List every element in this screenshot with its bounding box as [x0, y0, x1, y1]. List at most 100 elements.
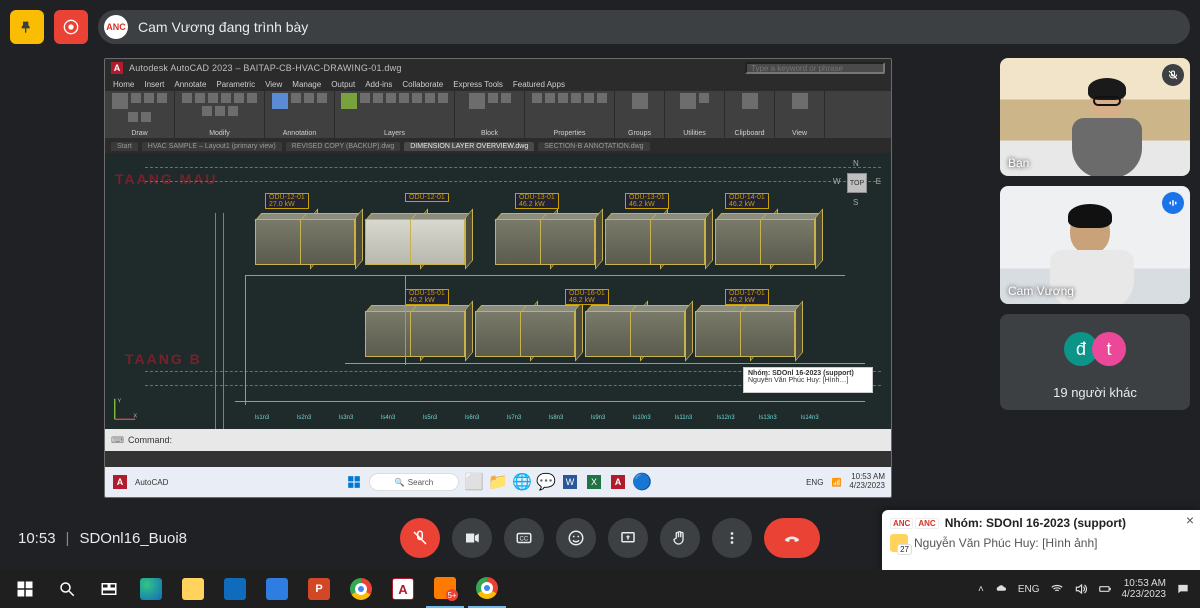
notifications-icon[interactable] — [1176, 582, 1190, 596]
doc-tab[interactable]: REVISED COPY (BACKUP).dwg — [286, 142, 401, 151]
store-icon[interactable] — [258, 570, 296, 608]
viewcube[interactable]: N S W E TOP — [833, 159, 881, 207]
duct-label: ls11n3 — [675, 415, 692, 421]
win-search[interactable]: 🔍 Search — [369, 473, 459, 491]
excel-icon[interactable]: X — [585, 473, 603, 491]
lang-indicator[interactable]: ENG — [1018, 584, 1040, 595]
ribbon-tab[interactable]: View — [265, 80, 282, 89]
onedrive-icon[interactable] — [994, 582, 1008, 596]
more-button[interactable] — [712, 518, 752, 558]
viewcube-face[interactable]: TOP — [847, 173, 867, 193]
reactions-button[interactable] — [556, 518, 596, 558]
teams-icon[interactable]: 💬 — [537, 473, 555, 491]
autocad-ribbon[interactable]: Draw Modify Annotation Layers Block Prop… — [105, 91, 891, 139]
app-active-icon[interactable]: 5+ — [426, 570, 464, 608]
autocad-command-line[interactable]: ⌨Command: — [105, 429, 891, 451]
meet-topbar: ANC Cam Vương đang trình bày — [10, 10, 1190, 44]
raise-hand-button[interactable] — [660, 518, 700, 558]
hvac-unit — [540, 219, 595, 265]
ribbon-panel-label: Layers — [384, 130, 405, 138]
win-clock[interactable]: 10:53 AM 4/23/2023 — [849, 473, 885, 491]
chat-notification[interactable]: × ANCANC Nhóm: SDOnl 16-2023 (support) 2… — [882, 510, 1200, 570]
doc-tab[interactable]: Start — [111, 142, 138, 151]
edge-icon[interactable]: 🌐 — [513, 473, 531, 491]
ribbon-tab[interactable]: Insert — [144, 80, 164, 89]
camera-button[interactable] — [452, 518, 492, 558]
unit-tag: ODU-16-0148.2 kW — [565, 289, 609, 305]
hvac-unit — [410, 311, 465, 357]
close-icon[interactable]: × — [1186, 512, 1194, 528]
explorer-icon[interactable] — [174, 570, 212, 608]
tray-chevron-icon[interactable]: ˄ — [978, 584, 984, 595]
ribbon-tab[interactable]: Parametric — [216, 80, 255, 89]
autocad-notification[interactable]: Nhóm: SDOnl 16-2023 (support) Nguyễn Văn… — [743, 367, 873, 393]
start-icon[interactable] — [6, 570, 44, 608]
autocad-icon[interactable]: A — [609, 473, 627, 491]
unit-tag: ODU-13-0146.2 kW — [625, 193, 669, 209]
ribbon-tab[interactable]: Add-ins — [365, 80, 392, 89]
leave-call-button[interactable] — [764, 518, 820, 558]
unit-tag: ODU-17-0146.2 kW — [725, 289, 769, 305]
doc-tab[interactable]: HVAC SAMPLE – Layout1 (primary view) — [142, 142, 282, 151]
mail-icon[interactable] — [216, 570, 254, 608]
ribbon-tab[interactable]: Express Tools — [453, 80, 503, 89]
autocad-ribbon-tabs[interactable]: Home Insert Annotate Parametric View Man… — [105, 77, 891, 91]
captions-button[interactable]: CC — [504, 518, 544, 558]
present-button[interactable] — [608, 518, 648, 558]
doc-tab[interactable]: SECTION-B ANNOTATION.dwg — [538, 142, 649, 151]
zalo-icon[interactable]: 🔵 — [633, 473, 651, 491]
autocad-canvas[interactable]: TAANG MAU TAANG B N S W E TOP ODU-12-012… — [105, 153, 891, 429]
ribbon-tab[interactable]: Annotate — [174, 80, 206, 89]
system-tray[interactable]: ˄ ENG 10:53 AM 4/23/2023 — [978, 578, 1200, 600]
doc-tab[interactable]: DIMENSION LAYER OVERVIEW.dwg — [404, 142, 534, 151]
svg-text:X: X — [133, 413, 137, 419]
viewcube-west: W — [833, 177, 841, 186]
duct-label: ls6n3 — [465, 415, 479, 421]
chrome-running-icon[interactable] — [468, 570, 506, 608]
taskview-icon[interactable]: ⬜ — [465, 473, 483, 491]
battery-icon[interactable] — [1098, 582, 1112, 596]
autocad-help-search[interactable] — [745, 62, 885, 74]
ribbon-tab[interactable]: Home — [113, 80, 134, 89]
ribbon-tab[interactable]: Output — [331, 80, 355, 89]
win-start-icon[interactable] — [345, 473, 363, 491]
unit-tag: ODU-14-0146.2 kW — [725, 193, 769, 209]
explorer-icon[interactable]: 📁 — [489, 473, 507, 491]
ribbon-panel-label: Utilities — [683, 130, 706, 138]
ribbon-panel-label: Groups — [628, 130, 651, 138]
volume-icon[interactable] — [1074, 582, 1088, 596]
hvac-unit — [760, 219, 815, 265]
ribbon-tab[interactable]: Manage — [292, 80, 321, 89]
shared-windows-taskbar: A AutoCAD 🔍 Search ⬜ 📁 🌐 💬 W X A 🔵 ENG 📶… — [105, 467, 891, 497]
autocad-statusbar[interactable] — [105, 451, 891, 467]
search-icon[interactable] — [48, 570, 86, 608]
ribbon-tab[interactable]: Collaborate — [402, 80, 443, 89]
unit-tag: ODU-15-0146.2 kW — [405, 289, 449, 305]
presenting-banner[interactable]: ANC Cam Vương đang trình bày — [98, 10, 1190, 44]
chrome-icon[interactable] — [342, 570, 380, 608]
autocad-icon[interactable]: A — [384, 570, 422, 608]
participant-name: Bạn — [1008, 156, 1029, 170]
record-button[interactable] — [54, 10, 88, 44]
win-wifi-icon[interactable]: 📶 — [831, 478, 841, 487]
participant-tile-self[interactable]: Bạn — [1000, 58, 1190, 176]
host-clock[interactable]: 10:53 AM 4/23/2023 — [1122, 578, 1167, 600]
word-icon[interactable]: W — [561, 473, 579, 491]
duct-label: ls7n3 — [507, 415, 521, 421]
participant-tile-others[interactable]: đ t 19 người khác — [1000, 314, 1190, 410]
pin-button[interactable] — [10, 10, 44, 44]
taskview-icon[interactable] — [90, 570, 128, 608]
meet-controls: CC — [400, 518, 820, 558]
participant-tile-presenter[interactable]: Cam Vương — [1000, 186, 1190, 304]
win-lang[interactable]: ENG — [806, 478, 823, 487]
edge-icon[interactable] — [132, 570, 170, 608]
ribbon-tab[interactable]: Featured Apps — [513, 80, 565, 89]
mic-button[interactable] — [400, 518, 440, 558]
presenter-avatar: ANC — [104, 15, 128, 39]
chat-logo: ANC — [915, 518, 938, 529]
ppt-icon[interactable]: P — [300, 570, 338, 608]
ucs-icon: YX — [111, 395, 139, 423]
wifi-icon[interactable] — [1050, 582, 1064, 596]
ribbon-panel-label: Modify — [209, 130, 230, 138]
autocad-doc-tabs[interactable]: Start HVAC SAMPLE – Layout1 (primary vie… — [105, 139, 891, 153]
